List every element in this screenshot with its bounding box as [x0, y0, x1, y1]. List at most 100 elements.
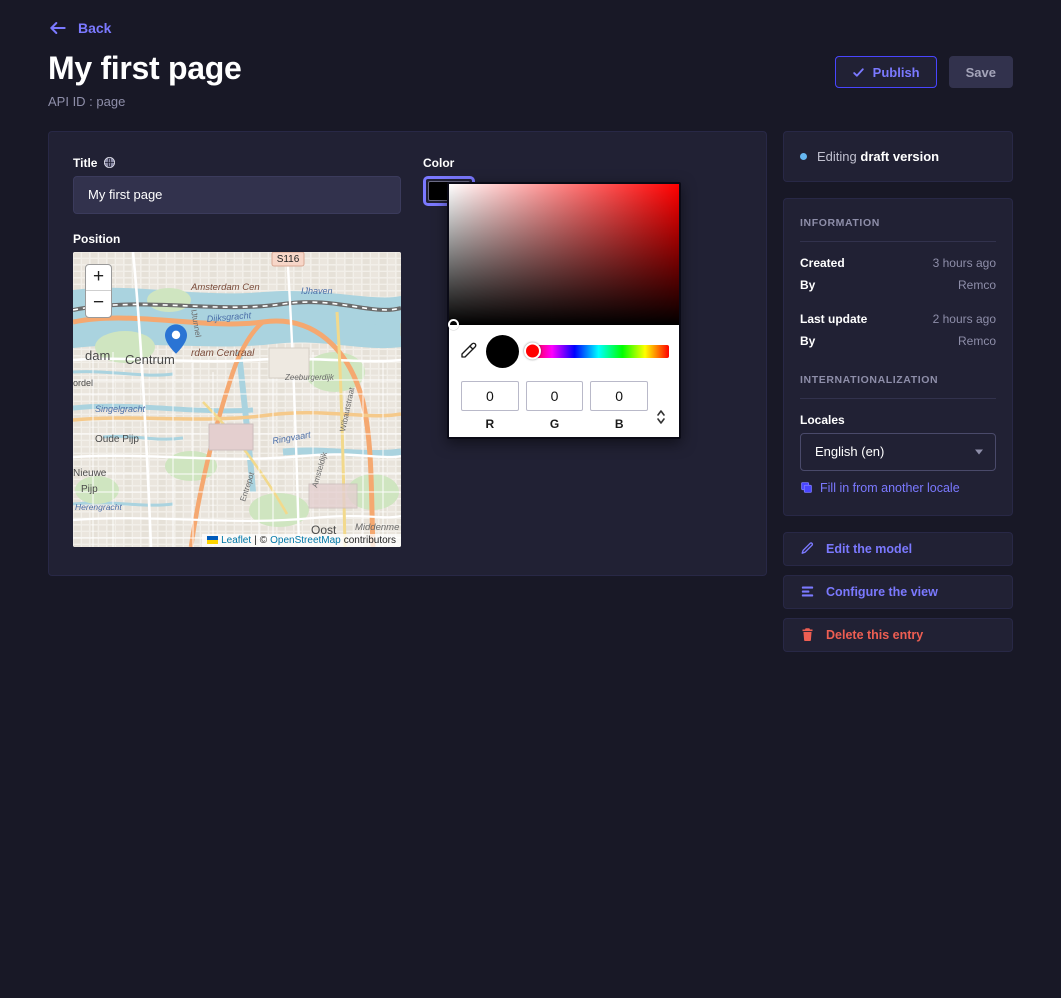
eyedropper-icon[interactable]: [459, 342, 477, 360]
red-input[interactable]: [461, 380, 519, 411]
title-input[interactable]: [73, 175, 401, 214]
created-by-value: Remco: [957, 277, 996, 292]
status-prefix: Editing: [817, 148, 861, 164]
save-button[interactable]: Save: [948, 56, 1013, 88]
table-row: By Remco: [800, 334, 996, 348]
arrow-left-icon: [50, 22, 66, 34]
blue-input[interactable]: [590, 380, 649, 411]
svg-text:S116: S116: [277, 254, 300, 265]
attribution-separator: |: [254, 534, 257, 546]
publish-button[interactable]: Publish: [834, 56, 937, 88]
color-field-label: Color: [423, 156, 742, 170]
status-version: draft version: [860, 148, 940, 164]
svg-text:rdam Centraal: rdam Centraal: [191, 348, 255, 359]
position-label-text: Position: [73, 231, 121, 246]
trash-icon: [802, 628, 813, 642]
information-divider: [800, 240, 996, 242]
left-field-column: Title Position: [73, 156, 401, 547]
table-row: Last update 2 hours ago: [800, 312, 996, 326]
svg-text:Singelgracht: Singelgracht: [95, 404, 146, 414]
color-preview-dot: [486, 334, 519, 368]
green-label: G: [549, 416, 560, 431]
information-card: INFORMATION Created 3 hours ago By Remco…: [783, 197, 1013, 516]
map-zoom-in-button[interactable]: +: [86, 265, 111, 291]
blue-label: B: [614, 416, 624, 431]
ukraine-flag-icon: [207, 536, 219, 545]
green-input[interactable]: [525, 380, 584, 411]
color-picker-body: R G B: [449, 325, 679, 437]
color-picker-popover[interactable]: R G B: [447, 181, 681, 439]
internationalization-divider: [800, 397, 996, 399]
color-picker-controls-row: [459, 334, 669, 368]
back-label: Back: [78, 20, 112, 36]
pencil-icon: [801, 542, 814, 555]
publish-label: Publish: [872, 64, 920, 80]
last-update-by-value: Remco: [957, 333, 996, 348]
save-label: Save: [965, 64, 996, 80]
table-row: Created 3 hours ago: [800, 256, 996, 270]
entry-editor-page: Back My first page API ID : page Publish…: [0, 0, 1061, 998]
saturation-value-area[interactable]: [448, 183, 679, 330]
svg-text:Nieuwe: Nieuwe: [73, 468, 107, 479]
svg-text:IJhaven: IJhaven: [301, 286, 333, 296]
map-marker-icon[interactable]: [165, 324, 187, 354]
fill-from-locale-link[interactable]: Fill in from another locale: [800, 481, 996, 495]
created-key: Created: [800, 255, 845, 270]
map-tiles: S116 S100 Amsterdam Cen rdam Centraal: [73, 251, 401, 547]
svg-text:Oude Pijp: Oude Pijp: [95, 434, 139, 445]
leaflet-link[interactable]: Leaflet: [221, 535, 251, 546]
check-icon: [852, 67, 864, 77]
configure-the-view-button[interactable]: Configure the view: [783, 574, 1013, 609]
hue-slider[interactable]: [524, 342, 669, 360]
created-by-key: By: [800, 277, 816, 292]
title-block: My first page API ID : page: [48, 50, 242, 109]
blue-channel: B: [590, 380, 649, 431]
red-label: R: [485, 416, 495, 431]
map-zoom-out-button[interactable]: −: [86, 291, 111, 317]
layout-lines-icon: [801, 586, 814, 597]
title-row: My first page API ID : page Publish Save: [48, 50, 1013, 109]
copy-icon: [801, 482, 812, 494]
position-map[interactable]: S116 S100 Amsterdam Cen rdam Centraal: [73, 251, 401, 547]
green-channel: G: [525, 380, 584, 431]
created-value: 3 hours ago: [932, 255, 996, 270]
page-title: My first page: [48, 50, 242, 86]
entry-form-panel: Title Position: [48, 130, 767, 576]
delete-this-entry-label: Delete this entry: [826, 627, 924, 642]
configure-the-view-label: Configure the view: [826, 584, 938, 599]
title-field-label: Title: [73, 156, 401, 170]
attribution-copyright: ©: [259, 534, 268, 546]
back-link[interactable]: Back: [48, 18, 111, 38]
internationalization-section-title: INTERNATIONALIZATION: [800, 373, 939, 386]
last-update-key: Last update: [800, 311, 868, 326]
svg-text:Pijp: Pijp: [81, 484, 98, 495]
chevron-updown-icon[interactable]: [655, 407, 667, 427]
page-header: Back My first page API ID : page Publish…: [0, 0, 1061, 109]
svg-text:dam: dam: [85, 348, 110, 363]
svg-text:Zeeburgerdijk: Zeeburgerdijk: [284, 373, 335, 382]
fill-from-locale-label: Fill in from another locale: [820, 480, 960, 495]
osm-link[interactable]: OpenStreetMap: [270, 535, 341, 546]
svg-text:Herengracht: Herengracht: [75, 502, 122, 512]
header-actions: Publish Save: [834, 56, 1013, 88]
edit-the-model-button[interactable]: Edit the model: [783, 531, 1013, 566]
chevron-down-icon: [975, 449, 983, 455]
last-update-value: 2 hours ago: [932, 311, 996, 326]
title-label-text: Title: [73, 155, 98, 170]
rgb-inputs-row: R G B: [459, 380, 669, 431]
draft-status-card: Editing draft version: [783, 130, 1013, 182]
svg-text:Amsterdam Cen: Amsterdam Cen: [190, 282, 260, 293]
map-zoom-controls[interactable]: + −: [85, 263, 112, 318]
hue-slider-handle[interactable]: [524, 342, 541, 360]
color-label-text: Color: [423, 155, 455, 170]
status-dot-icon: [800, 152, 807, 160]
saturation-value-handle[interactable]: [448, 318, 459, 330]
delete-this-entry-button[interactable]: Delete this entry: [783, 617, 1013, 652]
locale-selected-value: English (en): [815, 444, 885, 460]
svg-text:ordel: ordel: [73, 378, 93, 388]
edit-the-model-label: Edit the model: [826, 541, 913, 556]
position-field-label: Position: [73, 232, 401, 246]
content-area: Title Position: [0, 109, 1061, 652]
locale-select[interactable]: English (en): [800, 432, 996, 471]
svg-text:Centrum: Centrum: [125, 352, 175, 367]
